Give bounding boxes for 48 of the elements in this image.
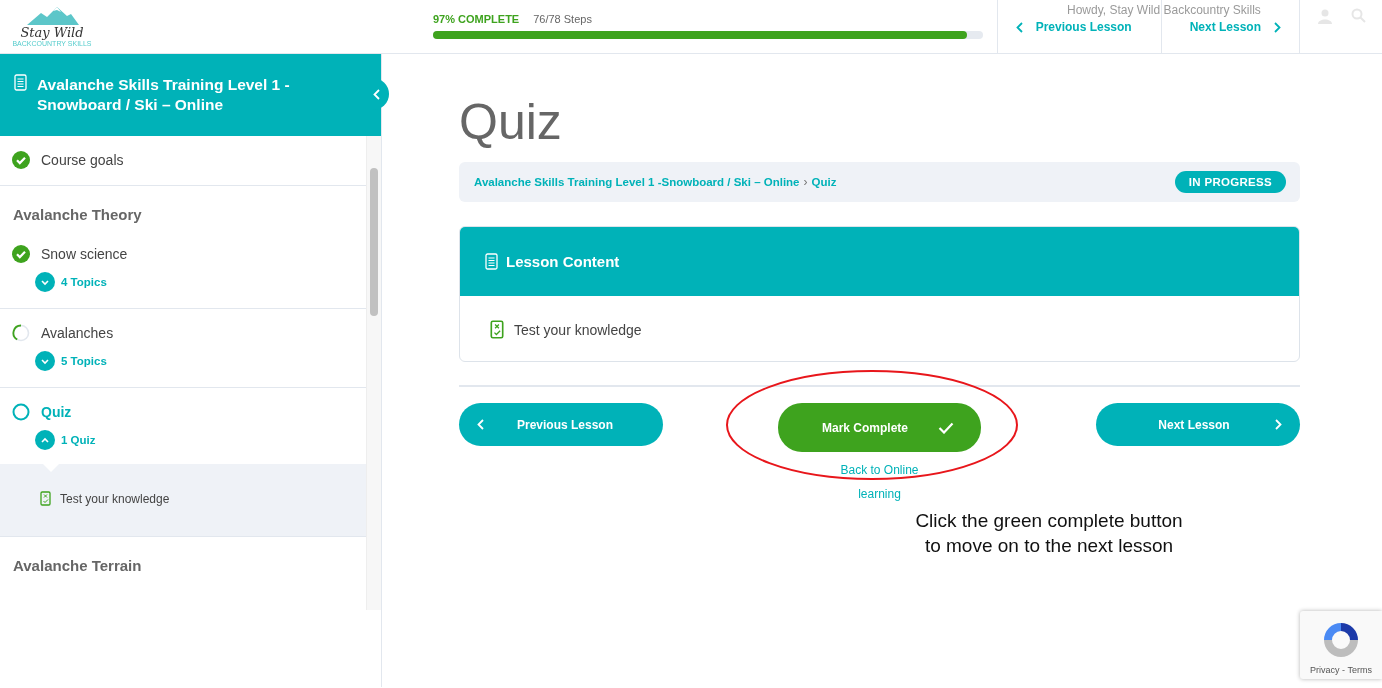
lesson-link[interactable]: Course goals <box>41 152 124 168</box>
privacy-terms-link[interactable]: Privacy - Terms <box>1310 665 1372 675</box>
chevron-down-icon <box>41 357 49 365</box>
logo-text[interactable]: Stay Wild <box>20 25 84 39</box>
breadcrumb-separator: › <box>803 175 808 189</box>
lesson-nav-link[interactable]: Next Lesson <box>1189 20 1281 34</box>
page-title: Quiz <box>459 93 563 152</box>
lesson-link[interactable]: Avalanches <box>41 325 114 341</box>
chevron-down-icon <box>41 278 49 286</box>
mark-complete-button[interactable]: Mark Complete <box>778 403 981 452</box>
document-icon <box>14 74 27 91</box>
chevron-left-icon <box>1015 21 1024 33</box>
topic-link[interactable]: Test your knowledge <box>514 321 642 338</box>
chevron-right-icon <box>1273 21 1281 33</box>
previous-lesson-button[interactable]: Previous Lesson <box>459 403 663 446</box>
breadcrumb-link[interactable]: Avalanche Skills Training Level 1 -Snowboard / Ski – Online <box>474 176 800 188</box>
back-link[interactable]: Back to Online learning <box>829 458 930 506</box>
progress-steps: 76/78 Steps <box>533 13 592 25</box>
document-icon <box>485 253 498 270</box>
chevron-up-icon <box>41 436 49 444</box>
course-title: Avalanche Skills Training Level 1 - Snowboard / Ski – Online <box>37 75 291 115</box>
chevron-left-icon <box>477 419 485 430</box>
search-icon <box>1351 8 1366 23</box>
topics-toggle[interactable]: 4 Topics <box>35 272 107 292</box>
topics-toggle[interactable]: 1 Quiz <box>35 430 96 450</box>
breadcrumb-link[interactable]: Quiz <box>811 176 837 188</box>
chevron-right-icon <box>1274 419 1282 430</box>
user-icon <box>1317 8 1333 24</box>
greeting-text: Howdy, Stay Wild Backcountry Skills <box>1067 3 1261 17</box>
section-heading: Avalanche Terrain <box>13 557 142 574</box>
quiz-icon <box>40 491 51 506</box>
scrollbar-thumb[interactable] <box>370 168 378 316</box>
topic-link[interactable]: Test your knowledge <box>60 491 170 506</box>
scrollbar[interactable] <box>366 136 381 610</box>
chevron-left-icon <box>373 88 381 100</box>
next-lesson-button[interactable]: Next Lesson <box>1096 403 1300 446</box>
check-icon <box>938 421 955 434</box>
section-heading: Avalanche Theory <box>13 206 142 223</box>
topics-toggle[interactable]: 5 Topics <box>35 351 107 371</box>
card-heading: Lesson Content <box>506 253 620 270</box>
lesson-nav-link[interactable]: Previous Lesson <box>1015 20 1132 34</box>
status-badge: IN PROGRESS <box>1174 171 1286 193</box>
quiz-icon <box>490 320 504 339</box>
lesson-link[interactable]: Quiz <box>41 404 72 420</box>
lesson-link[interactable]: Snow science <box>41 246 128 262</box>
progress-label: 97% COMPLETE <box>433 13 520 25</box>
mountain-icon <box>25 6 79 25</box>
annotation-text: Click the green complete button to move on to the next lesson <box>914 509 1184 558</box>
